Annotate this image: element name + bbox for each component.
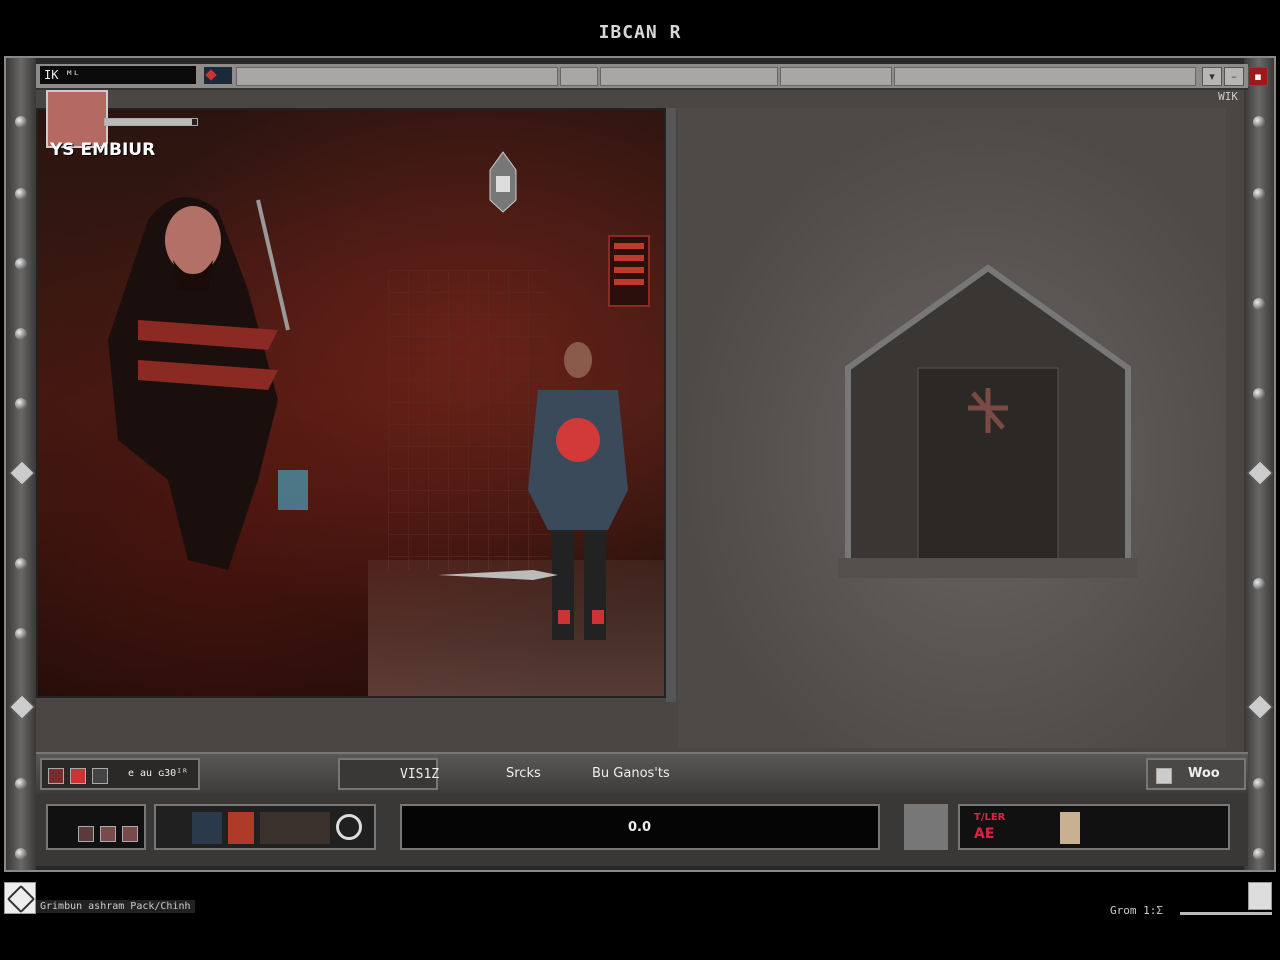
flag-icon[interactable] <box>204 67 232 84</box>
top-right-badge: WIK <box>1218 90 1238 103</box>
footer-status: Grimbun ashram Pack/Chinh <box>36 900 195 913</box>
game-scene[interactable] <box>36 108 666 698</box>
health-bar <box>104 118 198 126</box>
rivet-icon <box>15 258 27 270</box>
ability-icon[interactable] <box>228 812 254 844</box>
party-label: e au ɢ30ᴵᴿ <box>128 768 189 779</box>
gold-value: AE <box>974 826 995 842</box>
rivet-icon <box>1253 578 1265 590</box>
rivet-icon <box>15 628 27 640</box>
ability-icon[interactable] <box>260 812 330 844</box>
logo-icon[interactable] <box>4 882 36 914</box>
chevron-down-icon[interactable]: ▾ <box>1202 67 1222 86</box>
rivet-icon <box>1253 388 1265 400</box>
corner-icon[interactable] <box>1248 882 1272 910</box>
rivet-icon <box>1253 188 1265 200</box>
diamond-icon <box>9 694 35 720</box>
item-icon <box>122 826 138 842</box>
rivet-icon <box>1253 298 1265 310</box>
rivet-icon <box>15 398 27 410</box>
top-bar-segment <box>236 67 558 86</box>
portrait-mini-icon <box>70 768 86 784</box>
turn-label: VIS1Z <box>400 767 440 782</box>
map-icon[interactable] <box>904 804 948 850</box>
shield-icon[interactable] <box>192 812 222 844</box>
close-icon[interactable]: ▪ <box>1248 67 1268 86</box>
tab-srcks[interactable]: Srcks <box>506 766 541 781</box>
map-panel[interactable] <box>678 108 1226 748</box>
diamond-icon <box>1247 460 1273 486</box>
top-bar-segment[interactable] <box>780 67 892 86</box>
shrine-icon[interactable] <box>828 258 1148 598</box>
diamond-icon <box>9 460 35 486</box>
tab-bu-ganos[interactable]: Bu Ganos'ts <box>592 766 670 781</box>
gear-icon <box>1156 768 1172 784</box>
game-window: IK ᴹᴸ ▾ – ▪ WIK YS EMBIUR e au ɢ30ᴵᴿ VIS… <box>4 56 1276 872</box>
diamond-icon <box>1247 694 1273 720</box>
rivet-icon <box>1253 848 1265 860</box>
rivet-icon <box>15 848 27 860</box>
bottom-hud: e au ɢ30ᴵᴿ VIS1Z Srcks Bu Ganos'ts Woo 0… <box>36 752 1248 866</box>
gold-panel: T/LER AE <box>958 804 1230 850</box>
footer-progress <box>1180 912 1272 915</box>
scene-divider <box>666 108 676 702</box>
turn-indicator: VIS1Z <box>338 758 440 790</box>
rivet-icon <box>15 558 27 570</box>
neon-sign <box>608 235 650 307</box>
rivet-icon <box>15 778 27 790</box>
item-icon <box>100 826 116 842</box>
right-frame-rail <box>1244 58 1274 870</box>
player-tag[interactable]: IK ᴹᴸ <box>40 66 196 84</box>
top-bar-segment <box>894 67 1196 86</box>
ability-bar[interactable] <box>154 804 376 850</box>
rivet-icon <box>1253 116 1265 128</box>
target-icon[interactable] <box>336 814 362 840</box>
portrait-mini-icon <box>48 768 64 784</box>
window-title: IBCAN R <box>598 22 682 43</box>
card-icon[interactable] <box>1060 812 1080 844</box>
top-bar-segment[interactable] <box>600 67 778 86</box>
rivet-icon <box>1253 778 1265 790</box>
center-value: 0.0 <box>628 820 652 835</box>
top-bar-segment[interactable] <box>560 67 598 86</box>
health-bar-fill <box>105 119 193 125</box>
hero-character[interactable] <box>508 330 648 650</box>
message-box: 0.0 <box>400 804 880 850</box>
item-icon <box>78 826 94 842</box>
sword <box>438 570 558 580</box>
lantern-icon <box>489 151 517 213</box>
rivet-icon <box>15 328 27 340</box>
rivet-icon <box>15 188 27 200</box>
options-label: Woo <box>1188 766 1220 781</box>
gold-label: T/LER <box>974 812 1006 823</box>
top-bar: IK ᴹᴸ ▾ – ▪ <box>36 64 1268 90</box>
character-name: YS EMBIUR <box>50 140 156 160</box>
rivet-icon <box>15 116 27 128</box>
minimize-icon[interactable]: – <box>1224 67 1244 86</box>
inventory-slot-group[interactable] <box>46 804 146 850</box>
party-chip[interactable]: e au ɢ30ᴵᴿ <box>40 758 200 790</box>
footer-right-text: Grom 1:Σ <box>1110 904 1163 917</box>
left-frame-rail <box>6 58 36 870</box>
portrait-mini-icon <box>92 768 108 784</box>
enemy-warrior[interactable] <box>78 180 308 580</box>
options-button[interactable]: Woo <box>1146 758 1246 790</box>
